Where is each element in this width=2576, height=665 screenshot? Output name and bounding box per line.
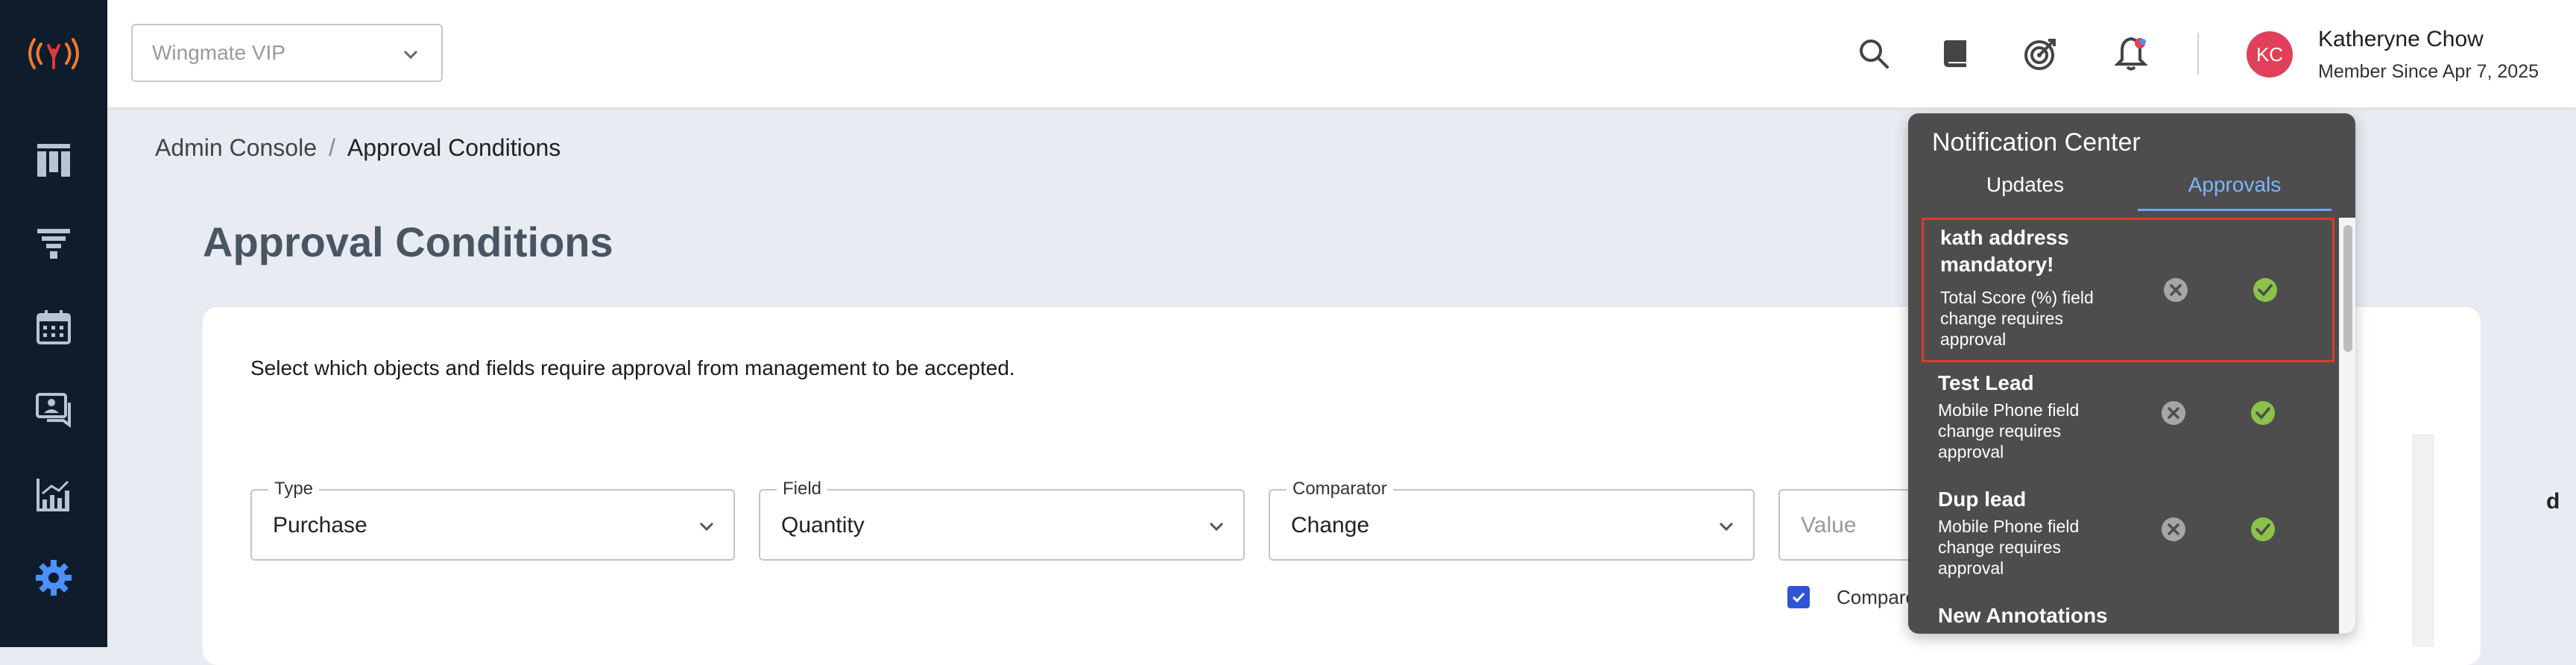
field-value: Quantity [781, 513, 865, 538]
value-placeholder: Value [1801, 513, 1857, 538]
notification-list: kath address mandatory! Total Score (%) … [1922, 218, 2334, 634]
signal-logo-icon[interactable] [0, 0, 107, 107]
bell-icon[interactable] [2111, 33, 2153, 75]
card-description: Select which objects and fields require … [250, 356, 1015, 379]
compare-label: Compare [1837, 586, 1916, 608]
avatar[interactable]: KC [2247, 31, 2293, 78]
search-icon[interactable] [1853, 33, 1895, 75]
top-bar: Wingmate VIP [107, 0, 2576, 107]
notification-center: Notification Center Updates Approvals ka… [1908, 113, 2355, 634]
chevron-down-icon [696, 516, 717, 540]
deny-icon[interactable] [2160, 400, 2187, 426]
notification-scrollbar-thumb[interactable] [2343, 225, 2352, 352]
comparator-select[interactable]: Comparator Change [1269, 479, 1755, 561]
gear-icon[interactable] [0, 537, 107, 619]
notification-description: Mobile Phone field change requires appro… [1938, 517, 2080, 578]
chevron-down-icon [400, 43, 422, 71]
comparator-label: Comparator [1287, 479, 1393, 499]
user-name: Katheryne Chow [2318, 27, 2484, 51]
notification-item[interactable]: New Annotations [1922, 602, 2334, 634]
member-since: Member Since Apr 7, 2025 [2318, 61, 2539, 82]
approve-icon[interactable] [2252, 277, 2279, 303]
notification-item[interactable]: kath address mandatory! Total Score (%) … [1922, 218, 2334, 362]
breadcrumb: Admin Console / Approval Conditions [155, 134, 561, 162]
tab-updates[interactable]: Updates [1931, 173, 2120, 209]
sidebar [0, 0, 107, 647]
notification-title: New Annotations [1938, 604, 2108, 627]
partial-label: d [2546, 489, 2560, 514]
notification-description: Total Score (%) field change requires ap… [1940, 288, 2094, 349]
target-icon[interactable] [2020, 33, 2062, 75]
funnel-icon[interactable] [0, 203, 107, 285]
calendar-icon[interactable] [0, 286, 107, 368]
breadcrumb-separator: / [329, 134, 335, 161]
card-scrollbar[interactable] [2412, 434, 2434, 647]
compare-checkbox[interactable] [1787, 586, 1810, 608]
analytics-icon[interactable] [0, 453, 107, 535]
organization-select[interactable]: Wingmate VIP [131, 24, 443, 82]
approve-icon[interactable] [2250, 400, 2276, 426]
notification-title: kath address mandatory! [1940, 226, 2069, 276]
comparator-value: Change [1291, 513, 1370, 538]
chat-icon[interactable] [0, 370, 107, 452]
breadcrumb-admin-console[interactable]: Admin Console [155, 134, 317, 161]
notification-item[interactable]: Test Lead Mobile Phone field change requ… [1922, 370, 2334, 482]
tab-approvals[interactable]: Approvals [2138, 173, 2332, 211]
notification-center-title: Notification Center [1932, 128, 2141, 157]
deny-icon[interactable] [2160, 516, 2187, 543]
field-select[interactable]: Field Quantity [759, 479, 1245, 561]
topbar-divider [2197, 33, 2199, 75]
type-select[interactable]: Type Purchase [250, 479, 735, 561]
organization-select-value: Wingmate VIP [152, 41, 285, 64]
deny-icon[interactable] [2162, 277, 2189, 303]
chevron-down-icon [1716, 516, 1737, 540]
type-value: Purchase [273, 513, 367, 538]
notification-title: Test Lead [1938, 371, 2034, 394]
notification-item[interactable]: Dup lead Mobile Phone field change requi… [1922, 486, 2334, 598]
field-label: Field [777, 479, 828, 499]
board-icon[interactable] [0, 119, 107, 201]
notification-title: Dup lead [1938, 488, 2027, 511]
page-title: Approval Conditions [203, 218, 613, 265]
breadcrumb-current: Approval Conditions [347, 134, 561, 161]
type-label: Type [268, 479, 320, 499]
book-icon[interactable] [1935, 33, 1977, 75]
notification-description: Mobile Phone field change requires appro… [1938, 400, 2080, 461]
approve-icon[interactable] [2250, 516, 2276, 543]
chevron-down-icon [1206, 516, 1227, 540]
